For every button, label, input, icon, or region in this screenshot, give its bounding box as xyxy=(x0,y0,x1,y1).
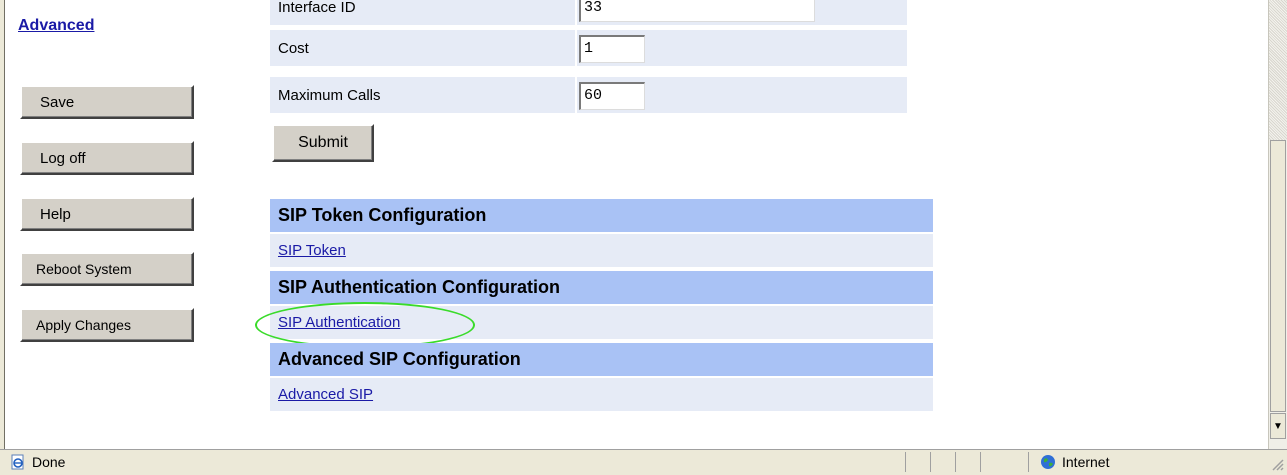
status-bar: Done Internet xyxy=(0,449,1287,475)
scrollbar-thumb[interactable] xyxy=(1270,140,1286,412)
interface-id-label-text: Interface ID xyxy=(278,0,356,16)
cost-cell: 1 xyxy=(577,30,907,66)
interface-id-cell: 33 xyxy=(577,0,907,25)
section-header-sip-token: SIP Token Configuration xyxy=(270,199,933,232)
interface-id-input[interactable]: 33 xyxy=(579,0,815,22)
status-divider xyxy=(930,452,931,472)
scrollbar-track[interactable] xyxy=(1269,0,1287,140)
scroll-down-arrow-icon[interactable]: ▼ xyxy=(1270,413,1286,439)
interface-id-label: Interface ID xyxy=(270,0,575,25)
cost-label-text: Cost xyxy=(278,39,309,57)
zone-text: Internet xyxy=(1062,454,1110,470)
cost-label: Cost xyxy=(270,30,575,66)
section-header-sip-authentication: SIP Authentication Configuration xyxy=(270,271,933,304)
save-button[interactable]: Save xyxy=(20,85,194,119)
advanced-link[interactable]: Advanced xyxy=(18,17,94,35)
status-divider xyxy=(980,452,981,472)
section-row-advanced-sip: Advanced SIP xyxy=(270,378,933,411)
section-header-advanced-sip: Advanced SIP Configuration xyxy=(270,343,933,376)
apply-changes-button[interactable]: Apply Changes xyxy=(20,308,194,342)
status-divider xyxy=(955,452,956,472)
status-divider xyxy=(905,452,906,472)
status-text: Done xyxy=(32,454,66,470)
cost-input[interactable]: 1 xyxy=(579,35,645,63)
advanced-sip-link[interactable]: Advanced SIP xyxy=(278,386,373,403)
log-off-button[interactable]: Log off xyxy=(20,141,194,175)
maximum-calls-cell: 60 xyxy=(577,77,907,113)
maximum-calls-label: Maximum Calls xyxy=(270,77,575,113)
sip-token-link[interactable]: SIP Token xyxy=(278,242,346,259)
ie-page-icon xyxy=(11,454,24,470)
section-row-sip-authentication: SIP Authentication xyxy=(270,306,933,339)
resize-grip-icon[interactable] xyxy=(1269,454,1285,472)
maximum-calls-label-text: Maximum Calls xyxy=(278,86,381,104)
section-row-sip-token: SIP Token xyxy=(270,234,933,267)
reboot-system-button[interactable]: Reboot System xyxy=(20,252,194,286)
vertical-scrollbar[interactable]: ▼ xyxy=(1268,0,1287,449)
status-divider xyxy=(1028,452,1029,472)
help-button[interactable]: Help xyxy=(20,197,194,231)
submit-button[interactable]: Submit xyxy=(272,124,374,162)
globe-icon xyxy=(1041,455,1055,469)
sip-authentication-link[interactable]: SIP Authentication xyxy=(278,314,400,331)
maximum-calls-input[interactable]: 60 xyxy=(579,82,645,110)
